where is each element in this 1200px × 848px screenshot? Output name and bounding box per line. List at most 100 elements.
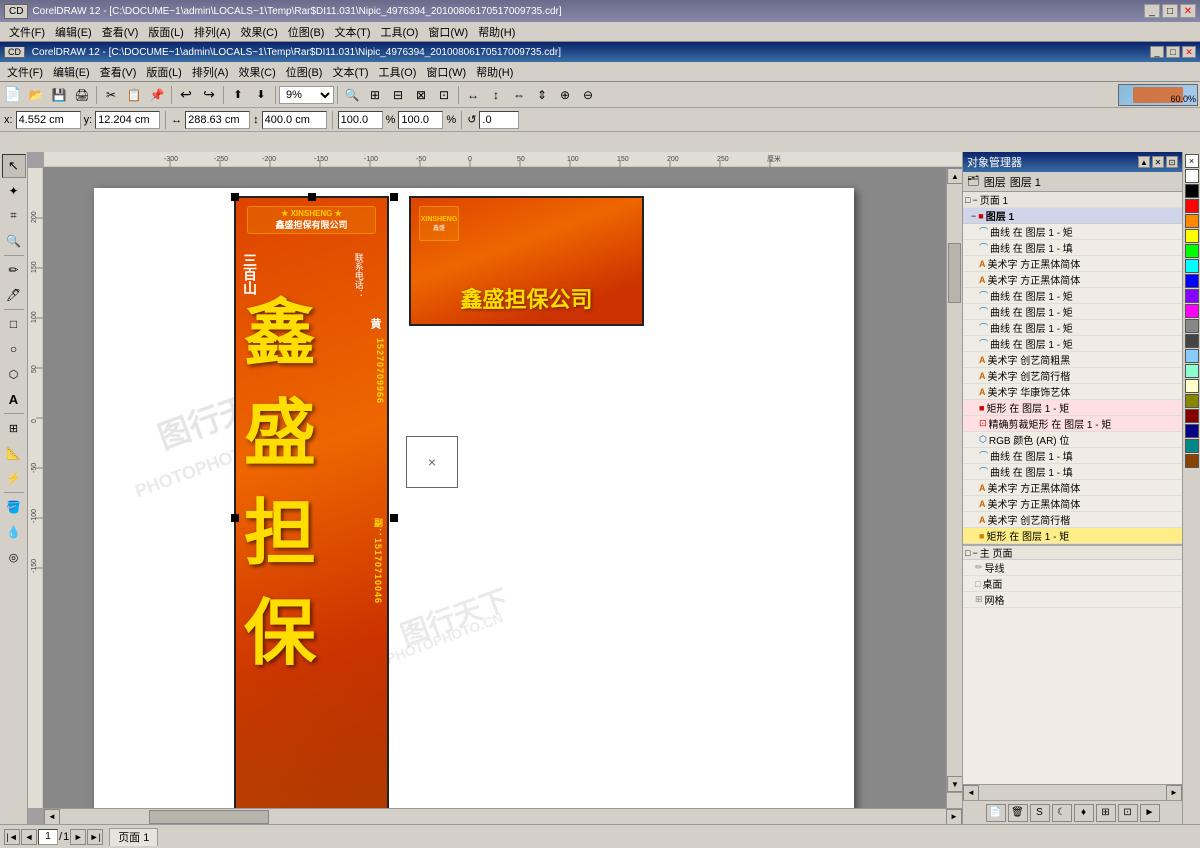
- panel-btn2[interactable]: 🗑: [1008, 804, 1028, 822]
- scale-x-input[interactable]: [338, 111, 383, 129]
- cut-btn[interactable]: ✂: [100, 84, 122, 106]
- nav-next[interactable]: ►: [70, 829, 86, 845]
- tree-item-9[interactable]: ⌒ 曲线 在 图层 1 - 矩: [963, 336, 1182, 352]
- tb-tool8[interactable]: ⇔: [508, 84, 530, 106]
- cs-lightgreen[interactable]: [1185, 364, 1199, 378]
- cs-lightyellow[interactable]: [1185, 379, 1199, 393]
- select-tool[interactable]: ↖: [2, 154, 26, 178]
- tree-item-6[interactable]: ⌒ 曲线 在 图层 1 - 矩: [963, 288, 1182, 304]
- menu-arrange[interactable]: 排列(A): [189, 22, 236, 42]
- cs-navy[interactable]: [1185, 424, 1199, 438]
- cs-lightblue[interactable]: [1185, 349, 1199, 363]
- panel-btn4[interactable]: ☾: [1052, 804, 1072, 822]
- cs-green[interactable]: [1185, 244, 1199, 258]
- inner-maximize-button[interactable]: □: [1166, 46, 1180, 58]
- scroll-up-btn[interactable]: ▲: [947, 168, 962, 184]
- tree-item-8[interactable]: ⌒ 曲线 在 图层 1 - 矩: [963, 320, 1182, 336]
- panel-btn1[interactable]: 📄: [986, 804, 1006, 822]
- inner-close-button[interactable]: ✕: [1182, 46, 1196, 58]
- inner-menu-tools[interactable]: 工具(O): [374, 62, 422, 82]
- tree-item-19[interactable]: A 美术字 方正黑体简体: [963, 496, 1182, 512]
- scroll-thumb-h[interactable]: [149, 810, 269, 824]
- text-tool[interactable]: A: [2, 387, 26, 411]
- tree-item-11[interactable]: A 美术字 创艺简行楷: [963, 368, 1182, 384]
- tb-tool2[interactable]: ⊞: [364, 84, 386, 106]
- w-input[interactable]: [185, 111, 250, 129]
- tree-item-14[interactable]: ⊡ 精确剪裁矩形 在 图层 1 - 矩: [963, 416, 1182, 432]
- tb-tool6[interactable]: ↔: [462, 84, 484, 106]
- redo-btn[interactable]: ↪: [198, 84, 220, 106]
- panel-close-btn[interactable]: ✕: [1152, 156, 1164, 168]
- tree-item-13[interactable]: ■ 矩形 在 图层 1 - 矩: [963, 400, 1182, 416]
- scrollbar-h[interactable]: ◄ ►: [44, 808, 962, 824]
- inner-menu-file[interactable]: 文件(F): [2, 62, 48, 82]
- panel-scroll-left[interactable]: ◄: [963, 785, 979, 801]
- cs-brown[interactable]: [1185, 454, 1199, 468]
- inner-menu-window[interactable]: 窗口(W): [421, 62, 471, 82]
- new-btn[interactable]: 📄: [2, 84, 24, 106]
- tree-grid[interactable]: ⊞ 网格: [963, 592, 1182, 608]
- scale-y-input[interactable]: [398, 111, 443, 129]
- shape-tool[interactable]: ✦: [2, 179, 26, 203]
- cs-olive[interactable]: [1185, 394, 1199, 408]
- cs-gray[interactable]: [1185, 319, 1199, 333]
- paste-btn[interactable]: 📌: [146, 84, 168, 106]
- rect-tool[interactable]: □: [2, 312, 26, 336]
- scroll-down-btn[interactable]: ▼: [947, 776, 962, 792]
- tree-item-16[interactable]: ⌒ 曲线 在 图层 1 - 填: [963, 448, 1182, 464]
- interactive-tool[interactable]: ◎: [2, 545, 26, 569]
- copy-btn[interactable]: 📋: [123, 84, 145, 106]
- inner-menu-layout[interactable]: 版面(L): [141, 62, 186, 82]
- tree-item-4[interactable]: A 美术字 方正黑体简体: [963, 256, 1182, 272]
- minimize-button[interactable]: _: [1144, 4, 1160, 18]
- panel-expand-btn[interactable]: ⊡: [1166, 156, 1178, 168]
- canvas-content[interactable]: 图行天下 PHOTOPHOTO 图行天下 PHOTOPHOTO.CN: [44, 168, 962, 808]
- tb-tool10[interactable]: ⊕: [554, 84, 576, 106]
- panel-btn6[interactable]: ⊞: [1096, 804, 1116, 822]
- x-input[interactable]: [16, 111, 81, 129]
- panel-btn8[interactable]: ►: [1140, 804, 1160, 822]
- print-btn[interactable]: 🖨: [71, 84, 93, 106]
- inner-menu-view[interactable]: 查看(V): [95, 62, 142, 82]
- cs-purple[interactable]: [1185, 289, 1199, 303]
- tree-item-17[interactable]: ⌒ 曲线 在 图层 1 - 填: [963, 464, 1182, 480]
- outer-win-buttons[interactable]: _ □ ✕: [1144, 4, 1196, 18]
- nav-first[interactable]: |◄: [4, 829, 20, 845]
- zoom-tool[interactable]: 🔍: [2, 229, 26, 253]
- tree-item-5[interactable]: A 美术字 方正黑体简体: [963, 272, 1182, 288]
- inner-minimize-button[interactable]: _: [1150, 46, 1164, 58]
- cs-white[interactable]: [1185, 169, 1199, 183]
- cs-maroon[interactable]: [1185, 409, 1199, 423]
- save-btn[interactable]: 💾: [48, 84, 70, 106]
- table-tool[interactable]: ⊞: [2, 416, 26, 440]
- tree-item-3[interactable]: ⌒ 曲线 在 图层 1 - 填: [963, 240, 1182, 256]
- tree-item-21[interactable]: ■ 矩形 在 图层 1 - 矩: [963, 528, 1182, 544]
- cs-orange[interactable]: [1185, 214, 1199, 228]
- tb-tool9[interactable]: ⇕: [531, 84, 553, 106]
- h-input[interactable]: [262, 111, 327, 129]
- menu-view[interactable]: 查看(V): [97, 22, 144, 42]
- nav-last[interactable]: ►|: [87, 829, 103, 845]
- inner-menu-arrange[interactable]: 排列(A): [187, 62, 234, 82]
- ellipse-tool[interactable]: ○: [2, 337, 26, 361]
- cs-cyan[interactable]: [1185, 259, 1199, 273]
- menu-edit[interactable]: 编辑(E): [50, 22, 97, 42]
- inner-menu-edit[interactable]: 编辑(E): [48, 62, 95, 82]
- inner-menu-help[interactable]: 帮助(H): [471, 62, 518, 82]
- menu-help[interactable]: 帮助(H): [473, 22, 520, 42]
- panel-collapse-btn[interactable]: ▲: [1138, 156, 1150, 168]
- eyedropper-tool[interactable]: 💧: [2, 520, 26, 544]
- close-button[interactable]: ✕: [1180, 4, 1196, 18]
- scroll-right-btn[interactable]: ►: [946, 809, 962, 825]
- tb-tool3[interactable]: ⊟: [387, 84, 409, 106]
- panel-hscrollbar[interactable]: ◄ ►: [963, 784, 1182, 800]
- scroll-left-btn[interactable]: ◄: [44, 809, 60, 825]
- tb-tool1[interactable]: 🔍: [341, 84, 363, 106]
- cs-blue[interactable]: [1185, 274, 1199, 288]
- tree-guide[interactable]: ✏ 导线: [963, 560, 1182, 576]
- inner-menu-bitmap[interactable]: 位图(B): [281, 62, 328, 82]
- color-none[interactable]: ×: [1185, 154, 1199, 168]
- zoom-select[interactable]: 9% 25%50%75%100%: [279, 86, 334, 104]
- menu-text[interactable]: 文本(T): [329, 22, 375, 42]
- panel-btn5[interactable]: ♦: [1074, 804, 1094, 822]
